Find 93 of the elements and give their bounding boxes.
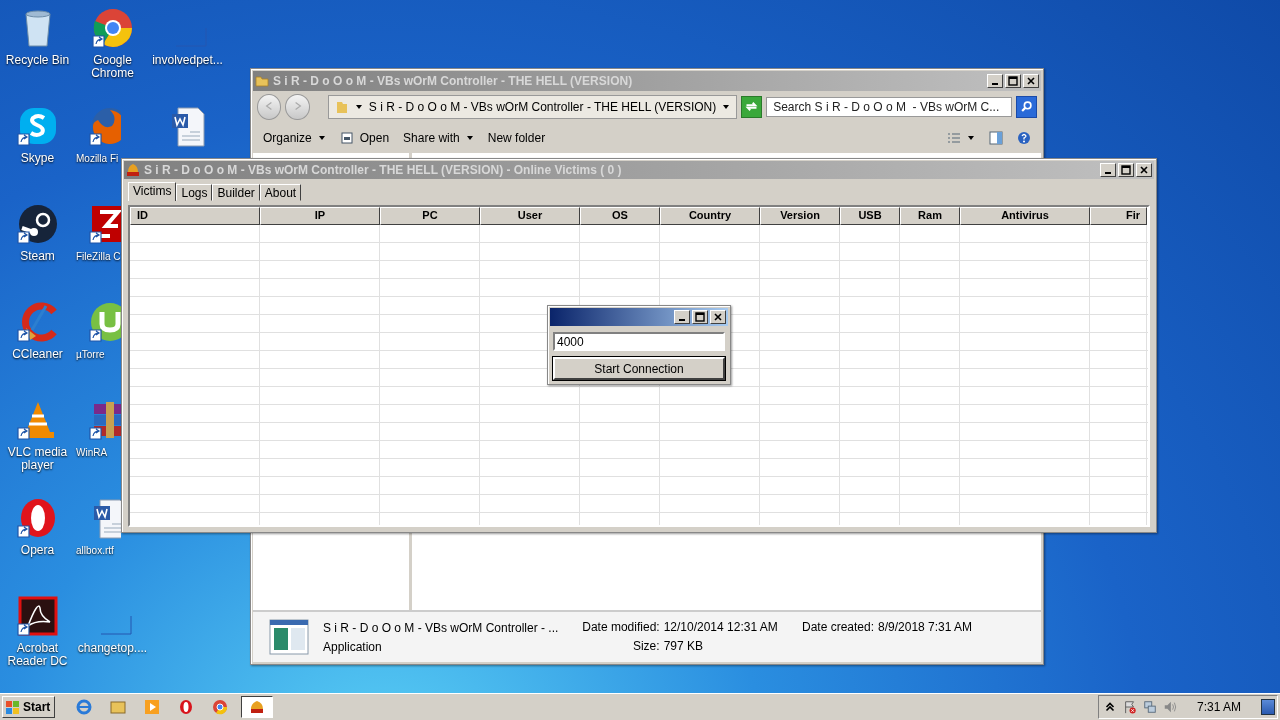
column-header[interactable]: PC bbox=[380, 207, 480, 225]
column-header[interactable]: Antivirus bbox=[960, 207, 1090, 225]
pane-icon bbox=[989, 131, 1003, 145]
minimize-icon bbox=[679, 319, 685, 321]
icon-label: VLC media player bbox=[6, 446, 69, 472]
icon-label: CCleaner bbox=[11, 348, 64, 361]
field-label: Date created: bbox=[802, 620, 875, 634]
date-modified: 12/10/2014 12:31 AM bbox=[663, 620, 778, 634]
window-icon bbox=[339, 131, 354, 145]
icon-label: FileZilla C bbox=[75, 250, 121, 263]
maximize-icon bbox=[1008, 76, 1018, 86]
toolbar-button[interactable]: New folder bbox=[483, 128, 550, 148]
column-header[interactable]: OS bbox=[580, 207, 660, 225]
steam-icon[interactable] bbox=[15, 202, 60, 246]
icon-label: Acrobat Reader DC bbox=[6, 642, 69, 668]
icon-label: Mozilla Fi bbox=[75, 152, 119, 165]
tab[interactable]: Builder bbox=[212, 184, 260, 201]
icon-label: Skype bbox=[19, 152, 56, 165]
close-icon bbox=[1139, 165, 1149, 175]
folder-icon bbox=[255, 74, 269, 88]
toolbar-button[interactable]: Open bbox=[335, 128, 394, 148]
column-header[interactable]: IP bbox=[260, 207, 380, 225]
search-field[interactable]: Search S i R - D o O o M - VBs wOrM C... bbox=[766, 97, 1012, 117]
column-header[interactable]: User bbox=[480, 207, 580, 225]
tab[interactable]: Victims bbox=[128, 182, 177, 201]
maximize-button[interactable] bbox=[692, 310, 708, 324]
start-button[interactable]: Start bbox=[2, 696, 56, 718]
app-icon bbox=[126, 163, 140, 177]
toolbar-button[interactable]: Share with bbox=[399, 128, 478, 148]
minimize-icon bbox=[1105, 172, 1111, 174]
windows-flag-icon bbox=[5, 699, 21, 715]
field-label: Date modified: bbox=[582, 620, 660, 634]
search-icon bbox=[1019, 100, 1033, 114]
close-icon bbox=[1026, 76, 1036, 86]
tab[interactable]: Logs bbox=[176, 184, 213, 201]
column-header[interactable]: Ram bbox=[900, 207, 960, 225]
icon-label: µTorre bbox=[75, 348, 105, 361]
icon-label: WinRA bbox=[75, 446, 108, 459]
icon-label: Steam bbox=[19, 250, 56, 263]
column-header[interactable]: Version bbox=[760, 207, 840, 225]
toolbar-button[interactable]: Organize bbox=[259, 128, 330, 148]
window-title: S i R - D o O o M - VBs wOrM Controller - THE HELL (VERSION) - Online Victims ( 0 ) bbox=[144, 163, 622, 177]
ie-icon bbox=[76, 699, 93, 715]
refresh-icon bbox=[744, 99, 760, 114]
list-view-icon bbox=[947, 131, 961, 145]
port-field[interactable]: 4000 bbox=[553, 332, 725, 351]
chrome-icon bbox=[212, 699, 229, 715]
help-icon bbox=[1017, 131, 1031, 145]
close-icon bbox=[713, 312, 723, 322]
opera-icon bbox=[178, 699, 195, 715]
icon-label: Opera bbox=[19, 544, 56, 557]
network-icon[interactable] bbox=[1142, 700, 1157, 714]
icon-label: involvedpet... bbox=[151, 54, 224, 67]
file-size: 797 KB bbox=[663, 639, 704, 653]
caret-icon bbox=[465, 134, 474, 142]
show-desktop-button[interactable] bbox=[1261, 699, 1275, 715]
icon-label: changetop.... bbox=[76, 642, 149, 655]
folder-icon bbox=[110, 699, 127, 715]
column-header[interactable]: Fir bbox=[1090, 207, 1147, 225]
column-header[interactable]: USB bbox=[840, 207, 900, 225]
date-created: 8/9/2018 7:31 AM bbox=[878, 620, 973, 634]
column-header[interactable]: ID bbox=[130, 207, 260, 225]
start-connection-button[interactable]: Start Connection bbox=[553, 357, 725, 380]
address-bar[interactable]: S i R - D o O o M - VBs wOrM Controller - THE HELL (VERSION) bbox=[327, 95, 738, 119]
maximize-icon bbox=[695, 312, 705, 322]
tab[interactable]: About bbox=[259, 184, 302, 201]
caret-icon bbox=[967, 134, 975, 142]
caret-icon bbox=[317, 134, 326, 142]
file-type: Application bbox=[323, 639, 383, 654]
acrobat-icon[interactable] bbox=[15, 594, 60, 638]
chrome-icon[interactable] bbox=[90, 6, 135, 50]
file-name: S i R - D o O o M - VBs wOrM Controller - ... bbox=[323, 620, 560, 635]
clock[interactable]: 7:31 AM bbox=[1196, 700, 1241, 714]
search-button[interactable] bbox=[1015, 96, 1037, 118]
app-taskbar-button[interactable] bbox=[241, 696, 274, 718]
flag-icon[interactable] bbox=[1122, 700, 1137, 714]
window-title: S i R - D o O o M - VBs wOrM Controller - THE HELL (VERSION) bbox=[273, 74, 633, 88]
icon-label: Recycle Bin bbox=[4, 54, 71, 67]
column-header[interactable]: Country bbox=[660, 207, 760, 225]
field-label: Size: bbox=[631, 639, 660, 653]
close-button[interactable] bbox=[710, 310, 726, 324]
application-icon bbox=[269, 619, 309, 655]
icon-label: Google Chrome bbox=[90, 54, 135, 80]
app-icon bbox=[249, 699, 266, 715]
caret-icon bbox=[354, 103, 363, 111]
media-icon bbox=[144, 699, 161, 715]
caret-icon bbox=[722, 103, 731, 111]
maximize-icon bbox=[1121, 165, 1131, 175]
refresh-button[interactable] bbox=[741, 96, 763, 118]
folder-icon bbox=[334, 100, 349, 114]
minimize-button[interactable] bbox=[674, 310, 690, 324]
icon-label: allbox.rtf bbox=[75, 544, 114, 557]
minimize-icon bbox=[992, 83, 998, 85]
